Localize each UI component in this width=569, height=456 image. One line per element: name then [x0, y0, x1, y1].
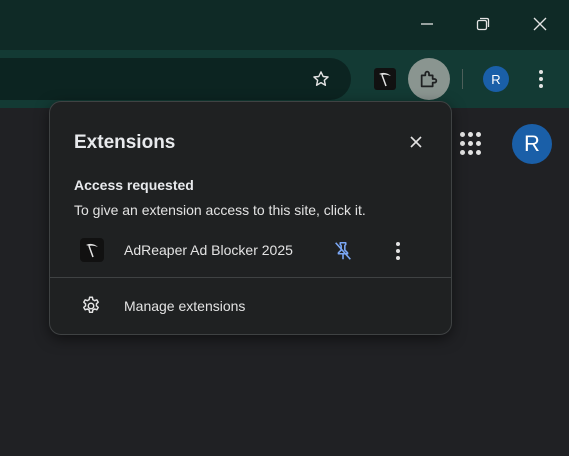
popup-title: Extensions [74, 132, 176, 153]
more-vert-icon [396, 242, 400, 260]
restore-icon [476, 17, 490, 31]
puzzle-icon [420, 70, 438, 88]
address-bar[interactable] [0, 58, 351, 100]
extension-name[interactable]: AdReaper Ad Blocker 2025 [124, 242, 293, 258]
browser-menu-button[interactable] [530, 65, 552, 93]
access-requested-description: To give an extension access to this site… [74, 202, 366, 218]
window-close-button[interactable] [517, 0, 563, 48]
bookmark-button[interactable] [307, 65, 335, 93]
profile-initial: R [491, 71, 501, 87]
extensions-button[interactable] [408, 58, 450, 100]
minimize-icon [421, 23, 433, 25]
adreaper-scythe-icon [80, 238, 104, 262]
extension-item[interactable]: AdReaper Ad Blocker 2025 [50, 230, 451, 270]
popup-divider [50, 277, 451, 278]
apps-grid-icon[interactable] [460, 132, 484, 156]
manage-extensions-item[interactable]: Manage extensions [50, 286, 451, 326]
unpin-icon [335, 241, 351, 260]
access-requested-heading: Access requested [74, 177, 194, 193]
extension-menu-button[interactable] [386, 238, 410, 264]
popup-close-button[interactable] [404, 130, 428, 154]
extensions-popup: Extensions Access requested To give an e… [49, 101, 452, 335]
minimize-button[interactable] [404, 0, 450, 48]
gear-icon [83, 296, 99, 314]
title-bar [0, 0, 569, 50]
manage-extensions-label: Manage extensions [124, 298, 246, 314]
browser-toolbar: R [0, 50, 569, 108]
adreaper-scythe-icon [374, 68, 396, 90]
close-icon [533, 17, 547, 31]
pin-extension-button[interactable] [330, 238, 356, 264]
avatar-initial: R [524, 131, 540, 156]
adreaper-toolbar-button[interactable] [372, 65, 398, 93]
toolbar-separator [462, 69, 463, 89]
star-icon [313, 71, 329, 86]
profile-button[interactable]: R [483, 66, 509, 92]
close-icon [410, 136, 422, 148]
page-avatar[interactable]: R [512, 124, 552, 164]
more-vert-icon [539, 70, 543, 88]
restore-button[interactable] [460, 0, 506, 48]
